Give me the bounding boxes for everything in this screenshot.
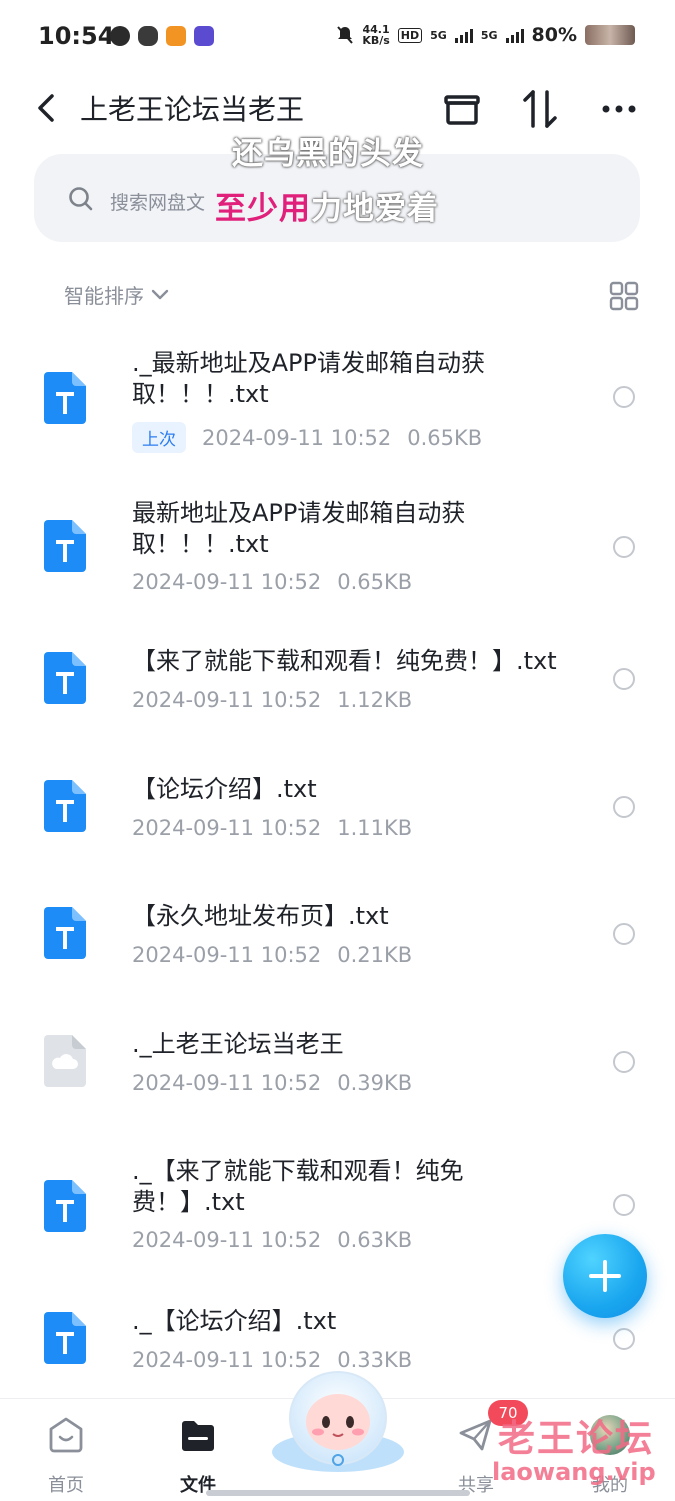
file-size: 0.21KB [337,943,413,967]
file-date: 2024-09-11 10:52 [132,688,322,712]
text-file-icon [44,652,86,704]
file-date: 2024-09-11 10:52 [132,816,322,840]
globe-icon [110,26,130,46]
page-title: 上老王论坛当老王 [80,93,305,126]
signal2-icon [505,27,524,43]
file-name: 【来了就能下载和观看！纯免费！】.txt [132,647,557,675]
select-circle[interactable] [613,923,635,945]
file-name: 【永久地址发布页】.txt [132,902,389,930]
net-speed: 44.1 KB/s [362,23,390,47]
status-right: 44.1 KB/s HD 5G 5G 80% [336,24,635,46]
select-circle[interactable] [613,1051,635,1073]
status-time: 10:54 [38,22,115,50]
add-button[interactable] [563,1234,647,1318]
file-size: 0.63KB [337,1228,413,1252]
sort-label: 智能排序 [64,284,144,308]
nav-files[interactable]: 文件 [158,1413,238,1496]
notification-icons [110,26,214,46]
text-file-icon [44,1180,86,1232]
file-name: ._上老王论坛当老王 [132,1030,344,1058]
chevron-down-icon [151,289,169,299]
text-file-icon [44,372,86,424]
search-placeholder: 搜索网盘文 [110,192,206,214]
sim1-label: 5G [430,28,447,42]
search-icon [69,187,93,211]
select-circle[interactable] [613,1194,635,1216]
file-name: ._【论坛介绍】.txt [132,1307,337,1335]
signal1-icon [454,27,473,43]
file-size: 1.12KB [337,688,413,712]
mute-bell-icon [337,26,354,44]
lyric-line-2: 至少用力地爱着 [215,183,439,228]
file-row[interactable]: 【论坛介绍】.txt 2024-09-11 10:52 1.11KB [0,768,675,858]
lyric-highlight: 至少用 [215,191,311,227]
file-name: 最新地址及APP请发邮箱自动获 取！！！.txt [132,499,466,558]
archive-icon[interactable] [437,84,487,134]
file-meta: 2024-09-11 10:52 0.21KB [132,943,412,967]
nav-label: 首页 [48,1475,84,1496]
select-circle[interactable] [613,1328,635,1350]
file-row[interactable]: 最新地址及APP请发邮箱自动获 取！！！.txt 2024-09-11 10:52… [0,490,675,610]
file-name: 【论坛介绍】.txt [132,775,317,803]
file-name: ._最新地址及APP请发邮箱自动获 取！！！.txt [132,349,485,408]
file-row[interactable]: ._上老王论坛当老王 2024-09-11 10:52 0.39KB [0,1023,675,1113]
grid-view-icon[interactable] [608,280,640,312]
file-meta: 2024-09-11 10:52 1.12KB [132,688,412,712]
wechat-icon [138,26,158,46]
file-size: 0.65KB [407,425,483,450]
select-circle[interactable] [613,668,635,690]
select-circle[interactable] [613,796,635,818]
last-opened-tag: 上次 [132,422,186,453]
file-name: ._【来了就能下载和观看！纯免 费！】.txt [132,1157,464,1216]
nav-home[interactable]: 首页 [26,1413,106,1496]
text-file-icon [44,780,86,832]
select-circle[interactable] [613,386,635,408]
file-size: 1.11KB [337,816,413,840]
more-icon[interactable] [594,84,644,134]
text-file-icon [44,1312,86,1364]
file-meta: 2024-09-11 10:52 0.65KB [132,570,412,594]
file-meta: 2024-09-11 10:52 1.11KB [132,816,412,840]
hd-indicator: HD [397,27,423,43]
file-meta: 上次 2024-09-11 10:52 0.65KB [132,422,482,453]
file-meta: 2024-09-11 10:52 0.39KB [132,1071,412,1095]
mascot-icon[interactable] [268,1364,408,1472]
folder-icon [182,1421,214,1451]
lyric-line-1: 还乌黑的头发 [232,136,424,172]
file-row[interactable]: 【永久地址发布页】.txt 2024-09-11 10:52 0.21KB [0,895,675,985]
sort-arrows-icon[interactable] [515,84,565,134]
file-date: 2024-09-11 10:52 [132,1228,322,1252]
back-arrow-icon[interactable] [32,88,62,128]
file-date: 2024-09-11 10:52 [132,570,322,594]
sim2-label: 5G [480,28,498,42]
cloud-file-icon [44,1035,86,1087]
battery-level: 80% [531,24,577,46]
file-row[interactable]: ._最新地址及APP请发邮箱自动获 取！！！.txt 上次 2024-09-11 … [0,340,675,460]
text-file-icon [44,907,86,959]
status-bar: 10:54 44.1 KB/s HD 5G 5G 80% [0,0,675,76]
file-size: 0.39KB [337,1071,413,1095]
home-indicator[interactable] [206,1490,470,1496]
file-meta: 2024-09-11 10:52 0.63KB [132,1228,412,1252]
status-avatar [585,25,635,45]
file-date: 2024-09-11 10:52 [202,425,392,450]
app-purple-icon [194,26,214,46]
file-row[interactable]: 【来了就能下载和观看！纯免费！】.txt 2024-09-11 10:52 1.… [0,640,675,730]
select-circle[interactable] [613,536,635,558]
app-orange-icon [166,26,186,46]
text-file-icon [44,520,86,572]
file-date: 2024-09-11 10:52 [132,943,322,967]
home-icon [49,1417,83,1453]
file-size: 0.65KB [337,570,413,594]
lyric-rest: 力地爱着 [311,191,439,227]
watermark-text: 老王论坛 [498,1417,654,1460]
watermark-url: laowang.vip [492,1458,656,1486]
sort-dropdown[interactable]: 智能排序 [64,280,170,309]
file-date: 2024-09-11 10:52 [132,1071,322,1095]
